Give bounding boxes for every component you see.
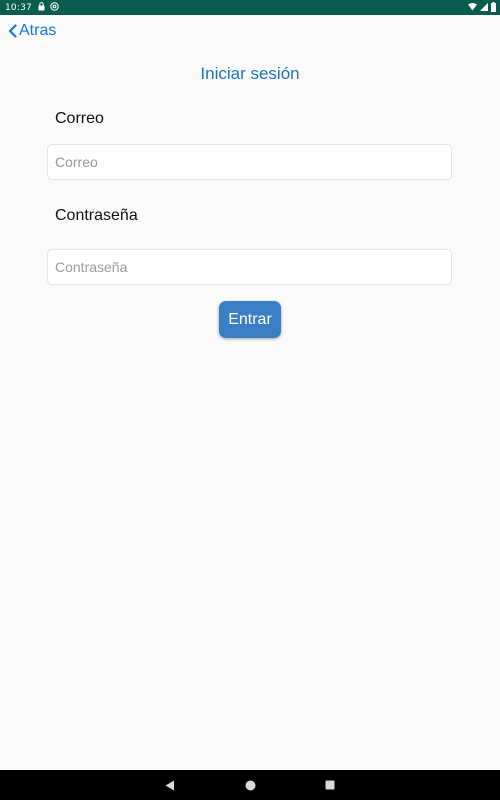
- password-label: Contraseña: [55, 207, 138, 224]
- at-sign-icon: [50, 2, 59, 13]
- page-title: Iniciar sesión: [200, 64, 300, 83]
- nav-home-icon[interactable]: [243, 778, 257, 792]
- email-label: Correo: [55, 110, 104, 127]
- login-button[interactable]: Entrar: [219, 301, 281, 338]
- signal-icon: [480, 3, 488, 13]
- chevron-left-icon: [8, 24, 17, 38]
- battery-icon: [491, 2, 496, 14]
- nav-back-icon[interactable]: [163, 778, 177, 792]
- system-icons: [468, 2, 496, 14]
- lock-icon: [38, 2, 45, 13]
- status-bar: 10:37: [0, 0, 500, 15]
- back-button[interactable]: Atras: [8, 22, 56, 40]
- status-time: 10:37: [5, 2, 32, 13]
- back-label: Atras: [19, 22, 57, 39]
- navigation-bar: [0, 770, 500, 800]
- nav-recents-icon[interactable]: [323, 778, 337, 792]
- password-field[interactable]: [47, 249, 452, 285]
- wifi-icon: [468, 3, 477, 13]
- notification-icons: [38, 2, 59, 13]
- email-field[interactable]: [47, 144, 452, 180]
- login-screen: 10:37 Atras Iniciar sesión Correo Correo…: [0, 0, 500, 800]
